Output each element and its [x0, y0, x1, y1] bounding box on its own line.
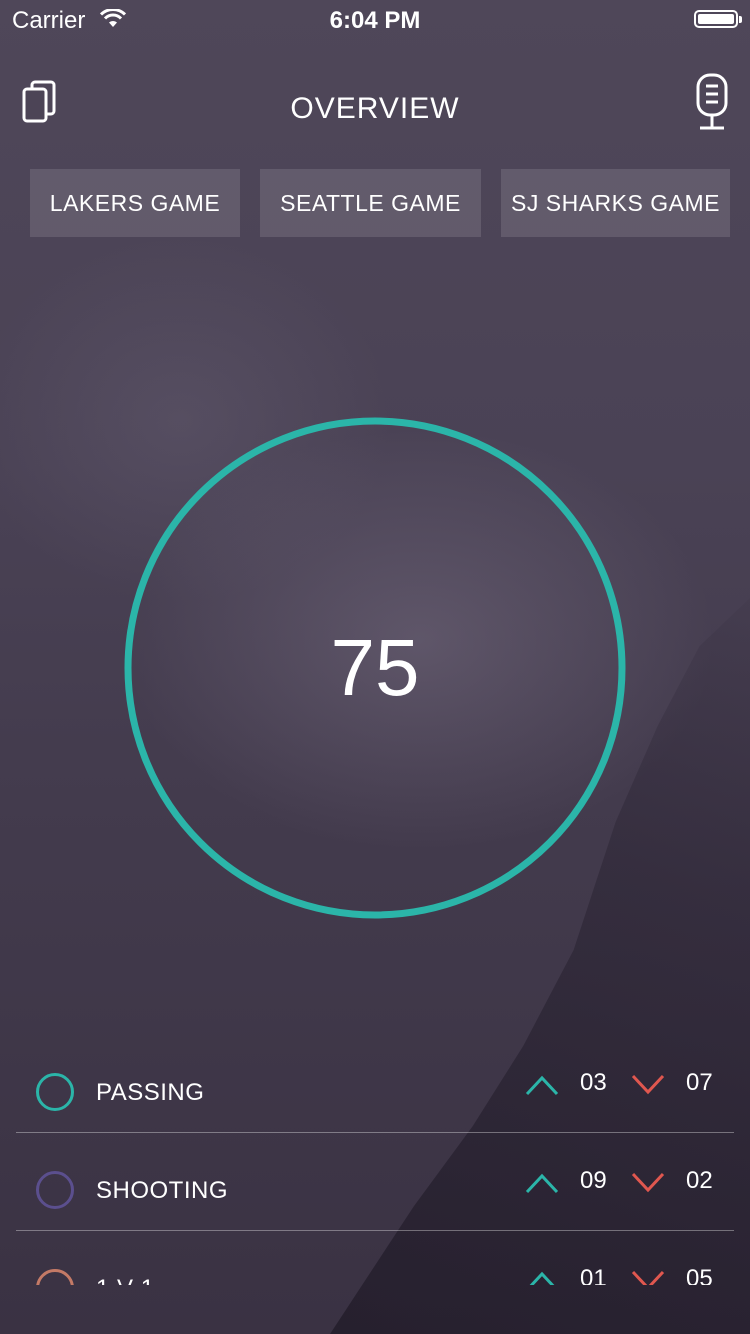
stat-row-passing[interactable]: PASSING 03 07	[16, 1035, 734, 1133]
status-time: 6:04 PM	[329, 7, 421, 34]
microphone-icon[interactable]	[694, 72, 730, 132]
stat-up-value: 03	[580, 1069, 607, 1096]
up-arrow-icon	[525, 1075, 559, 1096]
battery-icon	[694, 10, 742, 28]
up-arrow-icon	[529, 1271, 555, 1285]
tab-sj-sharks-game[interactable]: SJ SHARKS GAME	[501, 169, 730, 237]
stat-label: 1 V 1	[96, 1275, 155, 1285]
stat-up-value: 09	[580, 1167, 607, 1194]
stat-label: PASSING	[96, 1079, 205, 1106]
nav-bar: OVERVIEW	[0, 70, 750, 150]
score-value: 75	[330, 623, 420, 712]
stat-color-circle	[36, 1269, 74, 1285]
page-title: OVERVIEW	[290, 92, 460, 125]
stat-row-shooting[interactable]: SHOOTING 09 02	[16, 1133, 734, 1231]
stat-up-value: 01	[580, 1265, 607, 1285]
up-arrow-icon	[525, 1173, 559, 1194]
status-bar: Carrier 6:04 PM	[0, 0, 750, 40]
down-arrow-icon	[631, 1270, 665, 1285]
game-tabs: LAKERS GAME SEATTLE GAME SJ SHARKS GAME	[30, 169, 750, 237]
stat-color-circle	[36, 1171, 74, 1209]
stat-color-circle	[36, 1073, 74, 1111]
tab-seattle-game[interactable]: SEATTLE GAME	[260, 169, 481, 237]
stat-label: SHOOTING	[96, 1177, 229, 1204]
down-arrow-icon	[631, 1172, 665, 1193]
stat-down-value: 07	[686, 1069, 713, 1096]
stat-down-value: 05	[686, 1265, 713, 1285]
tab-lakers-game[interactable]: LAKERS GAME	[30, 169, 240, 237]
stat-down-value: 02	[686, 1167, 713, 1194]
stats-list: PASSING 03 07 SHOOTING 09 02 1 V 1 01 05	[16, 1035, 734, 1285]
down-arrow-icon	[631, 1074, 665, 1095]
stat-row-1v1[interactable]: 1 V 1 01 05	[16, 1231, 734, 1285]
